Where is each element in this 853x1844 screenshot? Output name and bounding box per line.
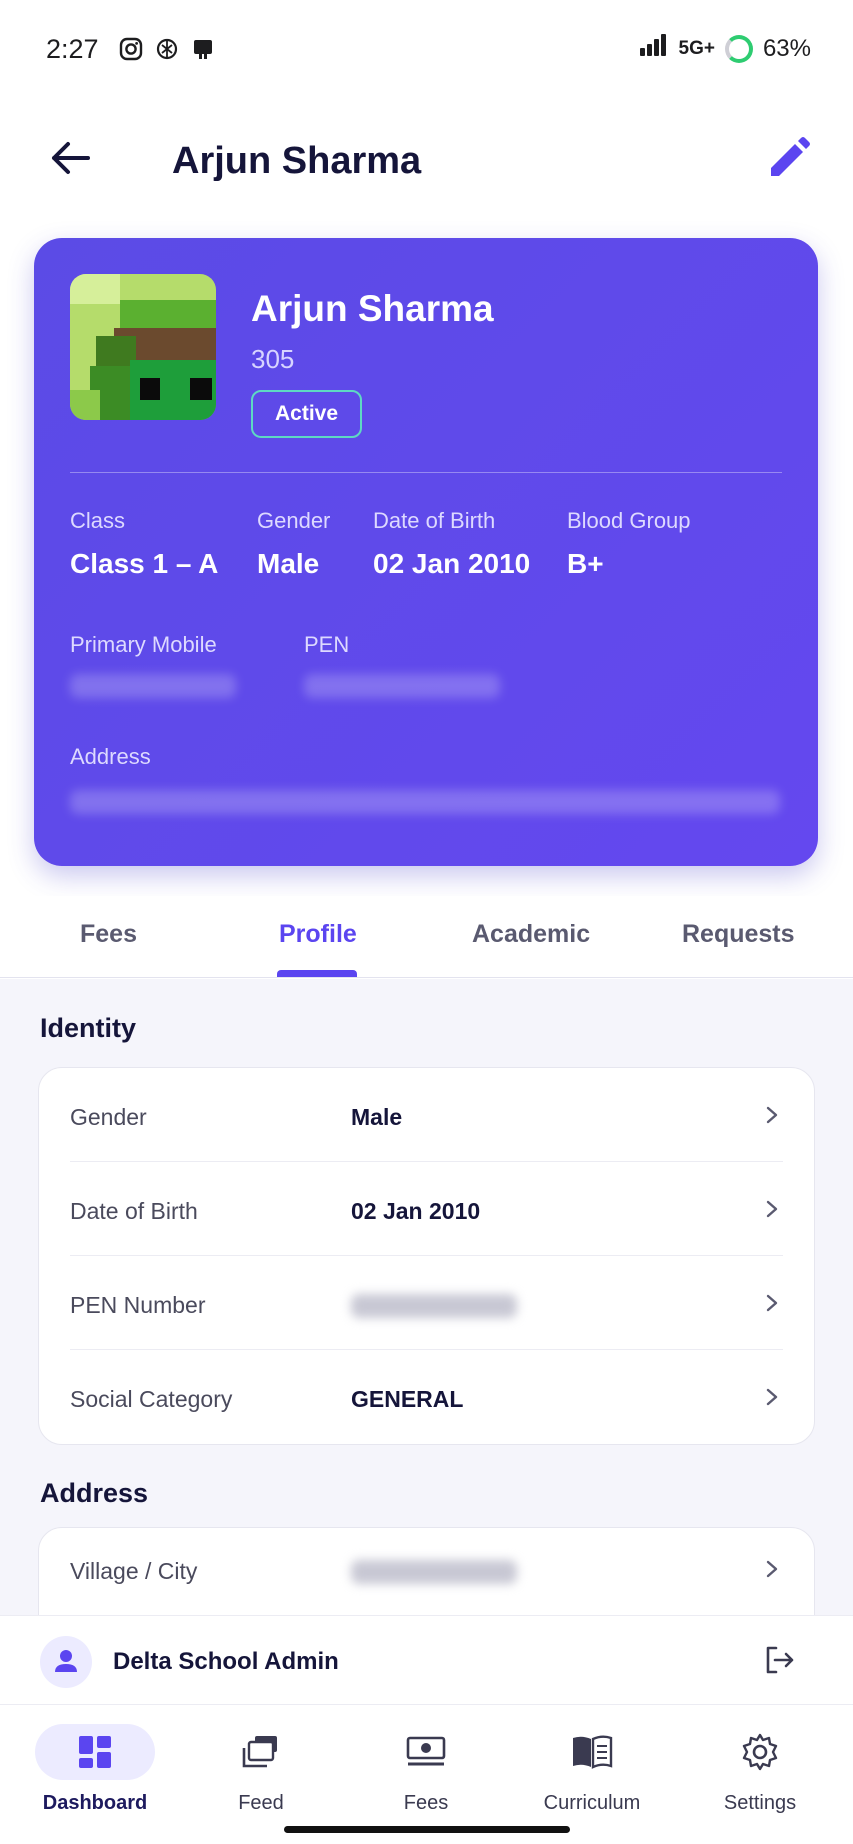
address-section-title: Address	[40, 1478, 149, 1508]
row-label: PEN Number	[70, 1292, 206, 1318]
back-button[interactable]	[44, 132, 96, 184]
dob-label: Date of Birth	[373, 508, 496, 533]
dob-value: 02 Jan 2010	[373, 548, 531, 579]
nav-settings[interactable]: Settings	[685, 1724, 835, 1815]
card-divider	[70, 472, 782, 473]
gender-value: Male	[257, 548, 320, 579]
edit-button[interactable]	[763, 134, 813, 184]
row-value: 02 Jan 2010	[351, 1198, 481, 1224]
tab-profile[interactable]: Profile	[279, 920, 357, 949]
status-bar: 2:27 5G+ 63%	[0, 0, 853, 104]
admin-avatar	[40, 1636, 92, 1688]
openai-icon	[154, 36, 180, 62]
home-indicator[interactable]	[284, 1826, 570, 1833]
admin-name: Delta School Admin	[113, 1648, 339, 1675]
identity-row-social-category[interactable]: Social Category GENERAL	[70, 1350, 783, 1444]
status-app-icons	[118, 36, 216, 62]
pencil-icon	[771, 137, 810, 176]
chevron-right-icon	[766, 1388, 778, 1406]
tab-fees[interactable]: Fees	[80, 920, 137, 949]
profile-content[interactable]: Identity Gender Male Date of Birth 02 Ja…	[0, 979, 853, 1615]
identity-row-pen[interactable]: PEN Number	[70, 1256, 783, 1350]
network-type: 5G+	[678, 37, 715, 59]
row-label: Gender	[70, 1104, 147, 1130]
address-card: Village / City	[38, 1527, 815, 1615]
chevron-right-icon	[766, 1200, 778, 1218]
arrow-left-icon	[52, 142, 90, 174]
nav-curriculum[interactable]: Curriculum	[517, 1724, 667, 1815]
pen-label: PEN	[304, 632, 350, 657]
status-indicators: 5G+ 63%	[639, 34, 811, 63]
nav-label: Dashboard	[42, 1792, 148, 1814]
address-row-village-city[interactable]: Village / City	[70, 1528, 783, 1615]
fees-icon	[366, 1724, 486, 1780]
tab-requests[interactable]: Requests	[682, 920, 795, 949]
dashboard-icon	[35, 1724, 155, 1780]
identity-section-title: Identity	[40, 1013, 137, 1043]
student-profile-card: Arjun Sharma 305 Active Class Class 1 – …	[34, 238, 818, 866]
student-avatar[interactable]	[70, 274, 216, 420]
instagram-icon	[118, 36, 144, 62]
admin-bar: Delta School Admin	[0, 1615, 853, 1705]
battery-icon	[724, 34, 753, 63]
signal-icon	[639, 34, 669, 63]
chevron-right-icon	[766, 1106, 778, 1124]
nav-feed[interactable]: Feed	[186, 1724, 336, 1815]
class-value: Class 1 – A	[70, 548, 219, 579]
address-label: Address	[70, 744, 151, 769]
profile-tabs: Fees Profile Academic Requests	[0, 896, 853, 978]
active-tab-indicator	[277, 970, 357, 977]
gear-icon	[700, 1724, 820, 1780]
status-badge: Active	[251, 390, 363, 438]
row-label: Social Category	[70, 1386, 233, 1412]
gender-label: Gender	[257, 508, 331, 533]
identity-card: Gender Male Date of Birth 02 Jan 2010 PE…	[38, 1067, 815, 1445]
student-name: Arjun Sharma	[251, 288, 494, 329]
row-label: Date of Birth	[70, 1198, 198, 1224]
student-roll-number: 305	[251, 344, 295, 374]
tab-academic[interactable]: Academic	[472, 920, 590, 949]
status-time: 2:27	[46, 34, 99, 64]
chevron-right-icon	[766, 1560, 778, 1578]
feed-icon	[201, 1724, 321, 1780]
nav-label: Curriculum	[543, 1792, 641, 1814]
chevron-right-icon	[766, 1294, 778, 1312]
nav-label: Feed	[238, 1792, 284, 1814]
identity-row-gender[interactable]: Gender Male	[70, 1068, 783, 1162]
row-value: GENERAL	[351, 1386, 464, 1412]
primary-mobile-value-redacted	[70, 674, 236, 698]
bottom-navigation: Dashboard Feed Fees Curriculum Settings	[0, 1706, 853, 1844]
class-label: Class	[70, 508, 126, 533]
logout-button[interactable]	[761, 1642, 797, 1678]
book-icon	[532, 1724, 652, 1780]
primary-mobile-label: Primary Mobile	[70, 632, 217, 657]
logout-icon	[766, 1646, 794, 1674]
identity-row-dob[interactable]: Date of Birth 02 Jan 2010	[70, 1162, 783, 1256]
blood-group-label: Blood Group	[567, 508, 691, 533]
village-city-redacted	[351, 1560, 517, 1584]
blood-group-value: B+	[567, 548, 604, 579]
pen-value-redacted	[304, 674, 500, 698]
app-header: Arjun Sharma	[0, 110, 853, 214]
row-value: Male	[351, 1104, 403, 1130]
nav-label: Settings	[723, 1792, 797, 1814]
app-notification-icon	[190, 36, 216, 62]
battery-level: 63%	[762, 34, 811, 62]
nav-dashboard[interactable]: Dashboard	[20, 1724, 170, 1815]
address-value-redacted	[70, 790, 780, 814]
page-title: Arjun Sharma	[172, 140, 422, 182]
pen-number-redacted	[351, 1294, 517, 1318]
row-label: Village / City	[70, 1558, 198, 1584]
user-icon	[55, 1650, 77, 1672]
nav-label: Fees	[403, 1792, 449, 1814]
nav-fees[interactable]: Fees	[351, 1724, 501, 1815]
